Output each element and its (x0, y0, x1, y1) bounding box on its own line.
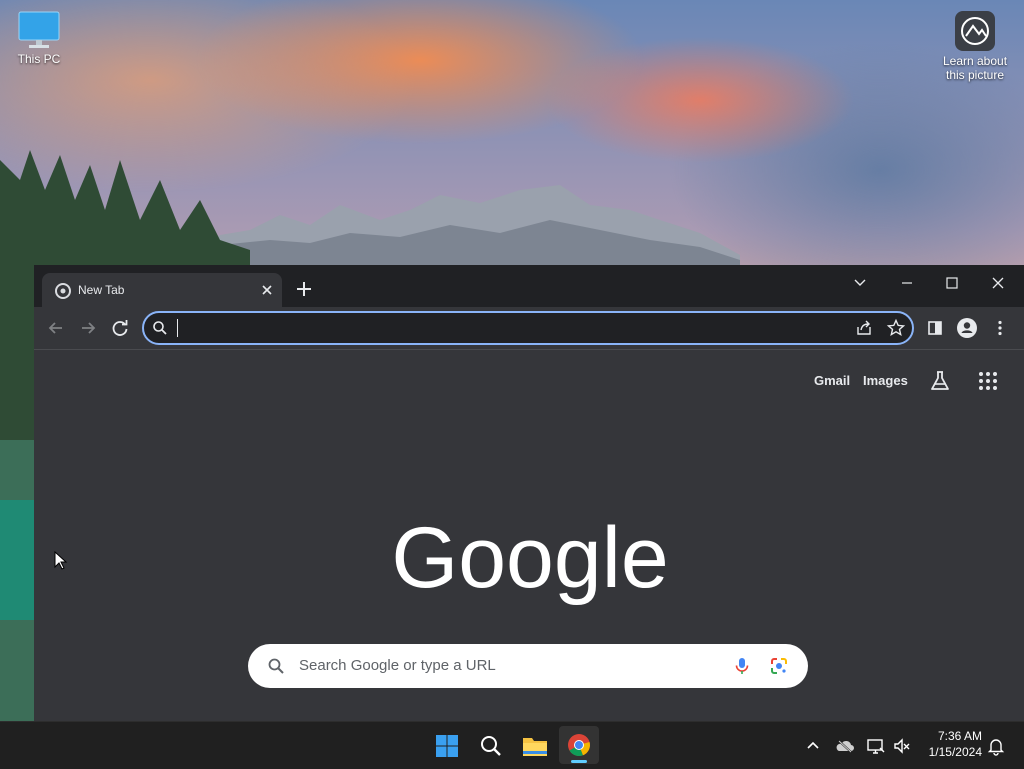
title-bar[interactable]: New Tab (34, 265, 1024, 307)
back-icon[interactable] (43, 315, 69, 341)
taskbar: 7:36 AM 1/15/2024 (0, 721, 1024, 769)
labs-flask-icon[interactable] (928, 369, 952, 393)
bookmark-star-icon[interactable] (886, 318, 906, 338)
close-window-icon[interactable] (980, 269, 1016, 297)
tab-title: New Tab (78, 283, 125, 297)
chrome-icon (568, 734, 590, 757)
learn-about-picture-desktop-icon[interactable]: Learn about this picture (938, 10, 1012, 82)
clock-time: 7:36 AM (937, 729, 982, 743)
mouse-cursor-icon (54, 551, 68, 570)
tab-search-chevron-icon[interactable] (842, 269, 878, 297)
address-bar[interactable] (142, 311, 914, 345)
search-icon (481, 736, 501, 756)
search-placeholder: Search Google or type a URL (299, 657, 496, 674)
onedrive-cloud-icon[interactable] (835, 736, 855, 756)
learn-about-label-line1: Learn about (942, 54, 1008, 68)
forward-icon[interactable] (75, 315, 101, 341)
new-tab-plus-icon[interactable] (294, 279, 314, 299)
volume-muted-icon[interactable] (892, 736, 912, 756)
start-icon (436, 735, 458, 757)
google-apps-icon[interactable] (976, 369, 1000, 393)
chrome-taskbar-button[interactable] (559, 726, 599, 764)
minimize-icon[interactable] (889, 269, 925, 297)
this-pc-label: This PC (17, 52, 61, 66)
taskbar-search-button[interactable] (470, 726, 510, 764)
close-tab-icon[interactable] (258, 281, 276, 299)
svg-text:Google: Google (391, 510, 668, 606)
camera-lens-icon (955, 11, 995, 51)
toolbar (34, 307, 1024, 350)
google-lens-icon[interactable] (769, 656, 789, 676)
chrome-window: New Tab Gmail Images Google Search Googl… (34, 265, 1024, 721)
search-icon (153, 321, 167, 335)
side-panel-icon[interactable] (922, 315, 948, 341)
notification-bell-icon[interactable] (986, 736, 1006, 756)
text-caret (177, 319, 178, 337)
this-pc-desktop-icon[interactable]: This PC (14, 10, 64, 66)
file-explorer-icon (523, 738, 547, 756)
wallpaper-mountains (180, 185, 740, 270)
kebab-menu-icon[interactable] (987, 315, 1013, 341)
ntp-search-box[interactable]: Search Google or type a URL (248, 644, 808, 688)
clock-date: 1/15/2024 (928, 745, 982, 759)
learn-about-label-line2: this picture (945, 68, 1005, 82)
start-button[interactable] (426, 726, 466, 764)
gmail-link[interactable]: Gmail (814, 373, 850, 388)
profile-icon[interactable] (954, 315, 980, 341)
chrome-tab-icon (55, 283, 71, 299)
reload-icon[interactable] (107, 315, 133, 341)
network-icon[interactable] (866, 736, 886, 756)
search-icon (268, 658, 284, 674)
active-app-indicator (571, 760, 587, 763)
file-explorer-button[interactable] (514, 726, 554, 764)
monitor-icon (18, 11, 60, 48)
share-icon[interactable] (854, 318, 874, 338)
voice-search-icon[interactable] (732, 656, 752, 676)
tab-new-tab[interactable]: New Tab (42, 273, 282, 307)
taskbar-clock[interactable]: 7:36 AM 1/15/2024 (916, 728, 982, 760)
images-link[interactable]: Images (863, 373, 908, 388)
maximize-icon[interactable] (934, 269, 970, 297)
google-logo: Google (391, 510, 668, 606)
chevron-up-icon[interactable] (803, 736, 823, 756)
